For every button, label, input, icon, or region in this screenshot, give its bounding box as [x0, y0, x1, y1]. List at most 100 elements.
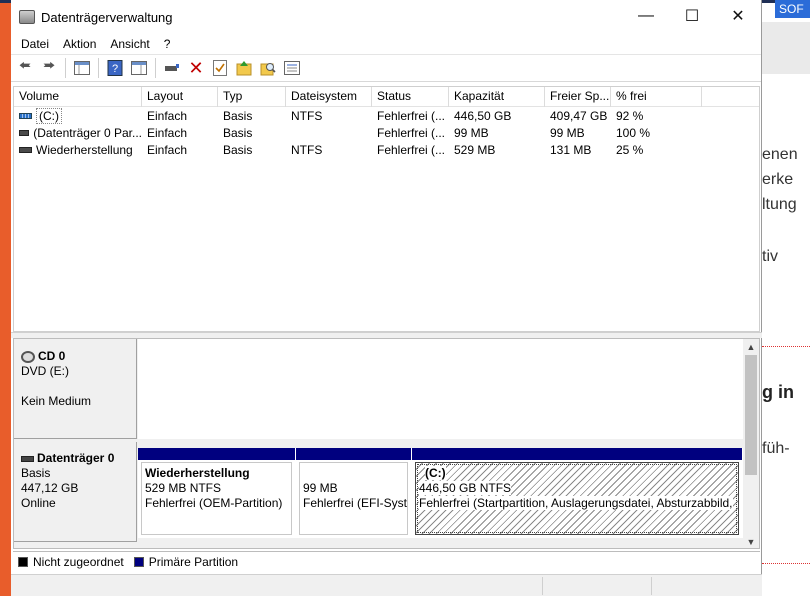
column-header-freier-speicher[interactable]: Freier Sp...	[545, 87, 611, 107]
column-header-volume[interactable]: Volume	[14, 87, 142, 107]
partition-size: 99 MB	[303, 481, 338, 495]
disk-0-size: 447,12 GB	[21, 481, 79, 495]
disk-0-label[interactable]: Datenträger 0 Basis 447,12 GB Online	[14, 442, 137, 542]
background-window-edge	[0, 0, 11, 596]
menu-help[interactable]: ?	[157, 37, 178, 51]
partition-c[interactable]: (C:) 446,50 GB NTFS Fehlerfrei (Startpar…	[412, 448, 742, 538]
delete-icon[interactable]: ✕	[185, 57, 207, 79]
scroll-down-icon[interactable]: ▼	[743, 534, 759, 548]
svg-text:?: ?	[112, 63, 118, 75]
partition-title	[303, 466, 404, 481]
layout-cell: Einfach	[147, 125, 188, 140]
status-cell: Fehlerfrei (...	[377, 125, 446, 140]
background-divider	[762, 346, 810, 347]
filesystem-cell: NTFS	[291, 142, 323, 157]
scroll-thumb[interactable]	[745, 355, 757, 475]
column-header-typ[interactable]: Typ	[218, 87, 286, 107]
volume-row-efi[interactable]: (Datenträger 0 Par... Einfach Basis Fehl…	[14, 124, 759, 141]
partition-efi[interactable]: 99 MB Fehlerfrei (EFI-Syste	[296, 448, 411, 538]
maximize-button[interactable]: ☐	[669, 0, 715, 32]
disk-management-window: Datenträgerverwaltung — ☐ ✕ Datei Aktion…	[11, 0, 762, 596]
menu-bar: Datei Aktion Ansicht ?	[11, 34, 761, 54]
cd-drive-name-row: CD 0	[21, 349, 136, 364]
help-icon[interactable]: ?	[104, 57, 126, 79]
type-cell: Basis	[223, 108, 253, 123]
volume-c-icon	[19, 112, 32, 119]
column-header-kapazitaet[interactable]: Kapazität	[449, 87, 545, 107]
volume-row-c[interactable]: (C:) Einfach Basis NTFS Fehlerfrei (... …	[14, 107, 759, 124]
volume-cell: (C:)	[14, 107, 142, 124]
type-cell: Basis	[223, 142, 253, 157]
volume-list: Volume Layout Typ Dateisystem Status Kap…	[13, 86, 760, 332]
cd-drive-area[interactable]	[138, 339, 743, 439]
filesystem-cell: NTFS	[291, 108, 323, 123]
background-page: enen erke ltung tiv g in füh-	[762, 18, 810, 596]
status-bar	[11, 574, 762, 596]
volume-name: (C:)	[36, 107, 62, 124]
partition-efi-body: 99 MB Fehlerfrei (EFI-Syste	[299, 462, 408, 535]
menu-aktion[interactable]: Aktion	[56, 37, 103, 51]
forward-arrow-icon[interactable]: 🢚	[38, 57, 60, 79]
close-button[interactable]: ✕	[715, 0, 761, 32]
background-heading: g in	[762, 382, 794, 402]
view-list-icon[interactable]	[281, 57, 303, 79]
column-header-layout[interactable]: Layout	[142, 87, 218, 107]
status-bar-cell	[542, 577, 543, 595]
column-header-prozent-frei[interactable]: % frei	[611, 87, 702, 107]
volume-cell: (Datenträger 0 Par...	[14, 126, 142, 140]
volume-name: Wiederherstellung	[36, 142, 133, 157]
disk-0-state: Online	[21, 496, 56, 510]
folder-up-icon[interactable]	[233, 57, 255, 79]
cd-drive-media: Kein Medium	[21, 394, 92, 408]
legend-unallocated: Nicht zugeordnet	[33, 555, 124, 569]
legend-primary-partition: Primäre Partition	[148, 555, 239, 569]
column-header-status[interactable]: Status	[372, 87, 449, 107]
partition-recovery[interactable]: Wiederherstellung 529 MB NTFS Fehlerfrei…	[138, 448, 295, 538]
disk-0-name: Datenträger 0	[37, 451, 115, 465]
scroll-up-icon[interactable]: ▲	[743, 339, 759, 355]
background-divider-2	[762, 563, 810, 564]
disk-management-icon	[19, 10, 35, 24]
disk-0-name-row: Datenträger 0	[21, 451, 136, 466]
capacity-cell: 529 MB	[454, 142, 496, 157]
back-arrow-icon[interactable]: 🢘	[14, 57, 36, 79]
toolbar-separator	[155, 58, 156, 78]
menu-ansicht[interactable]: Ansicht	[103, 37, 156, 51]
partition-size: 529 MB NTFS	[145, 481, 222, 495]
background-text-4: tiv	[762, 248, 778, 265]
toolbar: 🢘 🢚 ? ✕	[11, 54, 761, 82]
status-bar-cell	[651, 577, 652, 595]
layout-cell: Einfach	[147, 142, 188, 157]
partition-size: 446,50 GB NTFS	[419, 481, 512, 495]
cd-drive-row: CD 0 DVD (E:) Kein Medium	[14, 339, 743, 440]
primary-partition-bar	[296, 448, 411, 460]
title-bar[interactable]: Datenträgerverwaltung — ☐ ✕	[11, 0, 761, 34]
graph-vertical-scrollbar[interactable]: ▲ ▼	[743, 339, 759, 548]
volume-name: (Datenträger 0 Par...	[33, 125, 142, 140]
primary-partition-bar	[138, 448, 295, 460]
layout-cell: Einfach	[147, 108, 188, 123]
column-header-dateisystem[interactable]: Dateisystem	[286, 87, 372, 107]
folder-search-icon[interactable]	[257, 57, 279, 79]
percent-free-cell: 92 %	[616, 108, 644, 123]
disk-graphical-view: CD 0 DVD (E:) Kein Medium Datenträger 0 …	[13, 338, 760, 549]
volume-list-header: Volume Layout Typ Dateisystem Status Kap…	[14, 87, 759, 107]
primary-partition-bar	[412, 448, 742, 460]
menu-datei[interactable]: Datei	[14, 37, 56, 51]
volume-row-recovery[interactable]: Wiederherstellung Einfach Basis NTFS Feh…	[14, 141, 759, 158]
background-tab[interactable]: SOF	[775, 0, 810, 18]
capacity-cell: 446,50 GB	[454, 108, 512, 123]
capacity-cell: 99 MB	[454, 125, 489, 140]
partition-status: Fehlerfrei (Startpartition, Auslagerungs…	[419, 496, 733, 510]
disk-0-partitions: Wiederherstellung 529 MB NTFS Fehlerfrei…	[138, 448, 743, 538]
cd-drive-label[interactable]: CD 0 DVD (E:) Kein Medium	[14, 339, 137, 439]
console-tree-icon[interactable]	[71, 57, 93, 79]
background-text-2: erke	[762, 171, 794, 188]
minimize-button[interactable]: —	[623, 0, 669, 32]
connect-disk-icon[interactable]	[161, 57, 183, 79]
status-cell: Fehlerfrei (...	[377, 142, 446, 157]
status-cell: Fehlerfrei (...	[377, 108, 446, 123]
check-icon[interactable]	[209, 57, 231, 79]
properties-panel-icon[interactable]	[128, 57, 150, 79]
